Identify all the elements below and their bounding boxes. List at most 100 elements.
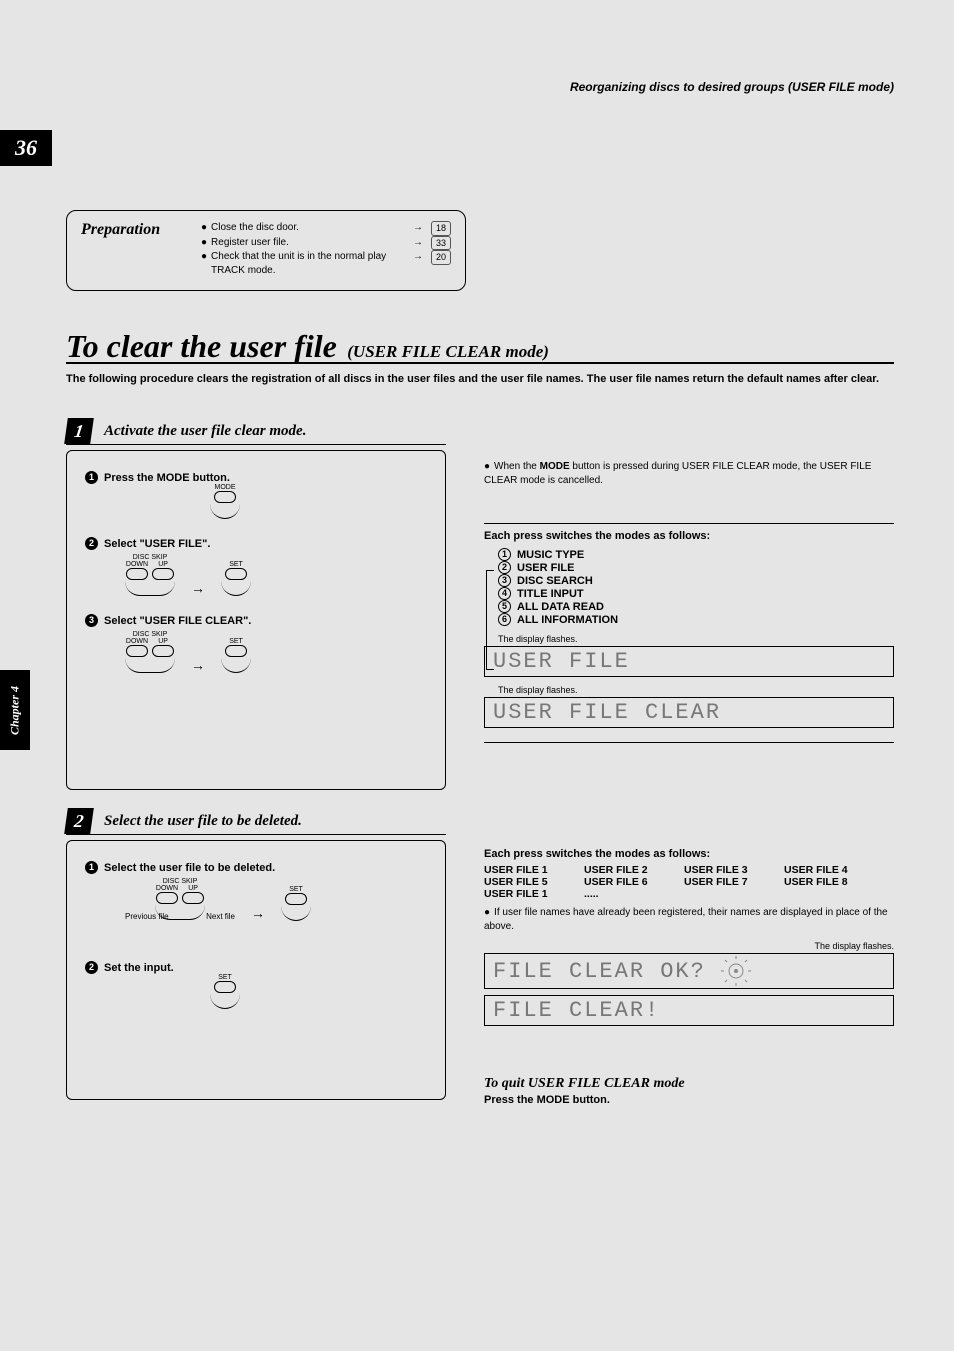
mode-item: ALL DATA READ (517, 601, 604, 613)
up-label: UP (188, 885, 198, 892)
quit-block: To quit USER FILE CLEAR mode Press the M… (484, 1066, 894, 1106)
title-main: To clear the user file (66, 328, 337, 364)
step1-heading: 1 Activate the user file clear mode. (66, 418, 446, 445)
display-flash-note: The display flashes. (484, 941, 894, 951)
next-file-label: Next file (206, 912, 235, 921)
mode-item: DISC SEARCH (517, 575, 593, 587)
step2-b: 2Set the input. (85, 961, 427, 974)
divider (484, 742, 894, 743)
preparation-list: ●Close the disc door.→18 ●Register user … (201, 221, 451, 278)
down-label: DOWN (156, 885, 178, 892)
prep-item-text: Close the disc door. (211, 221, 407, 235)
disc-spin-icon (721, 956, 751, 986)
lcd-display-4: FILE CLEAR! (484, 995, 894, 1026)
press-arc-icon (281, 903, 311, 921)
step1-b: 2Select "USER FILE". (85, 537, 427, 550)
userfile-item: USER FILE 5 (484, 876, 564, 888)
set-label: SET (229, 561, 243, 568)
lcd-text: FILE CLEAR OK? (493, 959, 706, 984)
step1-c-text: Select "USER FILE CLEAR". (104, 615, 251, 627)
each-press-heading: Each press switches the modes as follows… (484, 530, 894, 542)
display-flash-note: The display flashes. (498, 634, 894, 644)
step2-a-text: Select the user file to be deleted. (104, 862, 275, 874)
page-ref: 33 (431, 236, 451, 251)
step2-a: 1Select the user file to be deleted. (85, 861, 427, 874)
arrow-icon: → (191, 657, 205, 673)
up-label: UP (158, 561, 168, 568)
step1-panel: 1Press the MODE button. MODE 2Select "US… (66, 450, 446, 790)
arrow-icon: → (251, 905, 265, 921)
userfile-item: USER FILE 3 (684, 864, 764, 876)
up-label: UP (158, 638, 168, 645)
lcd-display-2: USER FILE CLEAR (484, 697, 894, 728)
userfile-item: USER FILE 6 (584, 876, 664, 888)
press-arc-icon (221, 655, 251, 673)
prep-item-text: Check that the unit is in the normal pla… (211, 250, 407, 278)
mode-item: ALL INFORMATION (517, 614, 618, 626)
userfile-item: USER FILE 4 (784, 864, 864, 876)
page-number: 36 (0, 130, 52, 166)
divider (484, 523, 894, 524)
note-text: If user file names have already been reg… (484, 907, 888, 932)
preparation-title: Preparation (81, 221, 160, 239)
set-label: SET (229, 638, 243, 645)
right-note-1: ●When the MODE button is pressed during … (484, 460, 894, 524)
step1-a-text: Press the MODE button. (104, 472, 230, 484)
mode-item: USER FILE (517, 562, 574, 574)
step2-b-text: Set the input. (104, 962, 174, 974)
step1-c: 3Select "USER FILE CLEAR". (85, 614, 427, 627)
main-title: To clear the user file (USER FILE CLEAR … (66, 328, 549, 365)
lcd-display-3: FILE CLEAR OK? (484, 953, 894, 989)
step-number-1: 1 (64, 418, 94, 444)
page-ref: 18 (431, 221, 451, 236)
userfile-item: USER FILE 2 (584, 864, 664, 876)
title-sub: (USER FILE CLEAR mode) (347, 342, 549, 361)
right-userfiles-block: Each press switches the modes as follows… (484, 848, 894, 1026)
step1-a: 1Press the MODE button. (85, 471, 427, 484)
userfile-item: USER FILE 1 (484, 864, 564, 876)
mode-label: MODE (215, 484, 236, 491)
each-press-heading-2: Each press switches the modes as follows… (484, 848, 894, 860)
disc-skip-label: DISC SKIP (133, 554, 168, 561)
arrow-icon: → (191, 580, 205, 596)
set-label: SET (218, 974, 232, 981)
step2-caption: Select the user file to be deleted. (104, 813, 302, 830)
step2-panel: 1Select the user file to be deleted. DIS… (66, 840, 446, 1100)
right-modes-block: Each press switches the modes as follows… (484, 530, 894, 743)
prep-item-text: Register user file. (211, 236, 407, 250)
down-label: DOWN (126, 561, 148, 568)
userfile-item: USER FILE 7 (684, 876, 764, 888)
previous-file-label: Previous file (125, 912, 169, 921)
chapter-tab: Chapter 4 (0, 670, 30, 750)
userfile-item: USER FILE 1 (484, 888, 564, 900)
press-arc-icon (221, 578, 251, 596)
lcd-display-1: USER FILE (484, 646, 894, 677)
bracket-icon (486, 570, 494, 670)
mode-item: MUSIC TYPE (517, 549, 584, 561)
userfile-item: USER FILE 8 (784, 876, 864, 888)
disc-skip-label: DISC SKIP (163, 878, 198, 885)
page-ref: 20 (431, 250, 451, 265)
userfile-item: ..... (584, 888, 664, 900)
userfiles-grid: USER FILE 1 USER FILE 2 USER FILE 3 USER… (484, 864, 894, 900)
step1-b-text: Select "USER FILE". (104, 538, 210, 550)
press-arc-icon (125, 578, 175, 596)
disc-skip-label: DISC SKIP (133, 631, 168, 638)
step1-caption: Activate the user file clear mode. (104, 423, 306, 440)
quit-title: To quit USER FILE CLEAR mode (484, 1076, 894, 1092)
note-text-bold: MODE (540, 461, 570, 472)
note-text: When the (494, 461, 540, 472)
press-arc-icon (210, 501, 240, 519)
intro-text: The following procedure clears the regis… (66, 372, 894, 387)
press-arc-icon (210, 991, 240, 1009)
preparation-box: Preparation ●Close the disc door.→18 ●Re… (66, 210, 466, 291)
down-label: DOWN (126, 638, 148, 645)
quit-subtitle: Press the MODE button. (484, 1094, 894, 1106)
step-number-2: 2 (64, 808, 94, 834)
set-label: SET (289, 886, 303, 893)
press-arc-icon (125, 655, 175, 673)
step2-heading: 2 Select the user file to be deleted. (66, 808, 446, 835)
mode-item: TITLE INPUT (517, 588, 584, 600)
display-flash-note: The display flashes. (498, 685, 894, 695)
title-rule (66, 362, 894, 364)
